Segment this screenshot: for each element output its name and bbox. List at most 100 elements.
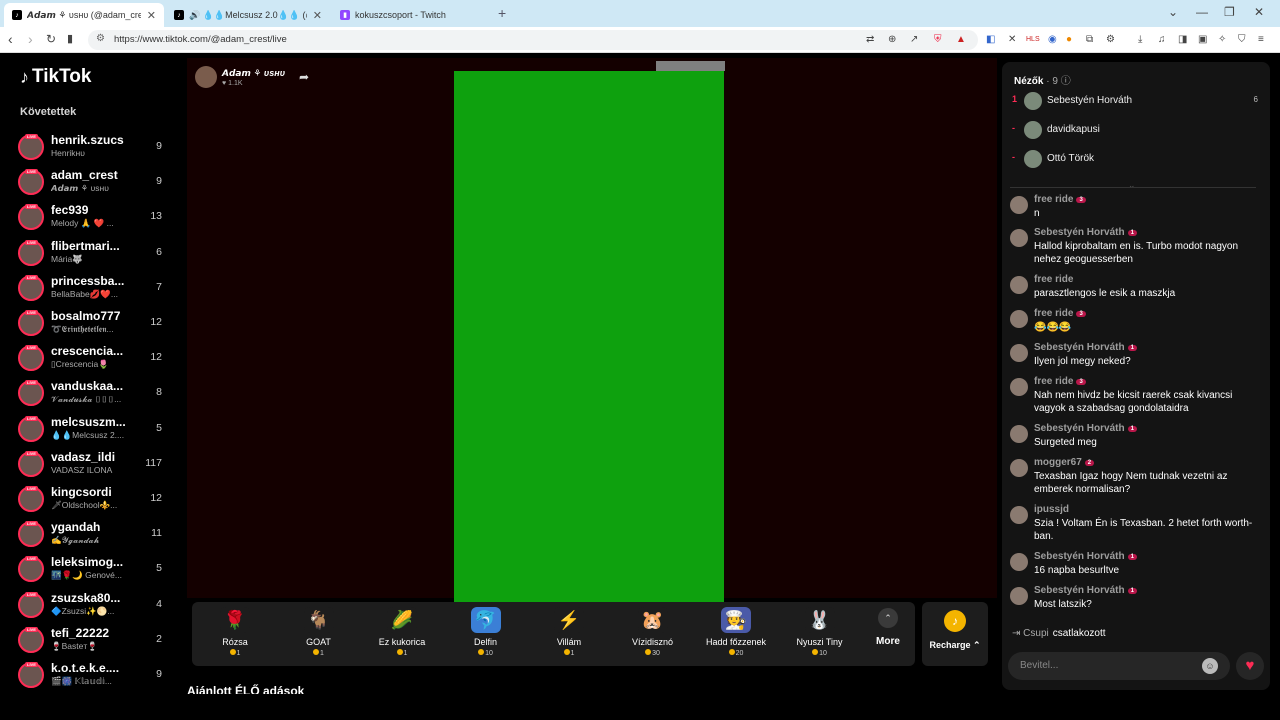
rewards-icon[interactable]: ▲ bbox=[956, 33, 966, 47]
tab-twitch[interactable]: ▮ kokuszcsoport - Twitch bbox=[332, 3, 494, 27]
following-item[interactable]: LIVE bosalmo777 ➰𝕰𝖗𝖎𝖓𝖙𝖍𝖊𝖙𝖊𝖙𝖑𝖊𝖓... 12 bbox=[18, 306, 168, 340]
chat-username[interactable]: free ride 3 bbox=[1034, 376, 1086, 387]
chat-username[interactable]: mogger67 2 bbox=[1034, 457, 1095, 468]
following-item[interactable]: LIVE k.o.t.e.k.e.... 🎬🎆 𝕂𝕝𝕒𝕦𝕕𝕚... 9 bbox=[18, 658, 168, 692]
avatar[interactable] bbox=[1010, 378, 1028, 396]
chat-username[interactable]: free ride 3 bbox=[1034, 308, 1086, 319]
live-stream-player[interactable]: 𝘼𝙙𝙖𝙢 ⚘ ᴜsʜᴜ ♥ 1.1K ➦ bbox=[187, 58, 997, 602]
download-icon[interactable]: ⤓ bbox=[1138, 33, 1142, 47]
share-icon[interactable]: ➦ bbox=[299, 70, 309, 84]
translate-icon[interactable]: ⇄ bbox=[866, 33, 874, 47]
vpn-icon[interactable]: ⛉ bbox=[1238, 33, 1246, 47]
info-icon[interactable]: ⓘ bbox=[1061, 76, 1071, 87]
tab-search-icon[interactable]: ⌄ bbox=[1168, 5, 1178, 19]
following-item[interactable]: LIVE ygandah ✍𝓨𝓰𝓪𝓷𝓭𝓪𝓱 11 bbox=[18, 517, 168, 551]
join-user[interactable]: Csupi bbox=[1023, 628, 1049, 639]
sidebar-icon[interactable]: ◨ bbox=[1178, 33, 1187, 47]
avatar[interactable] bbox=[1010, 425, 1028, 443]
forward-icon[interactable]: › bbox=[28, 31, 33, 47]
menu-icon[interactable]: ≡ bbox=[1258, 33, 1264, 47]
following-item[interactable]: LIVE princessba... BellaBabe💋❤️... 7 bbox=[18, 271, 168, 305]
close-tab-icon[interactable]: ✕ bbox=[147, 9, 156, 22]
gift-item[interactable]: 🐹 Vízidisznó 30 bbox=[613, 607, 693, 663]
gift-item[interactable]: 🐰 Nyuszi Tiny 10 bbox=[780, 607, 860, 663]
zoom-icon[interactable]: ⊕ bbox=[888, 33, 896, 47]
close-window-icon[interactable]: ✕ bbox=[1254, 5, 1264, 19]
following-item[interactable]: LIVE crescencia... ▯Crescencia🌷 12 bbox=[18, 341, 168, 375]
top-viewer-row[interactable]: - davidkapusi bbox=[1012, 119, 1262, 141]
following-item[interactable]: LIVE zsuzska80... 🔷Zsuzsi✨🌕... 4 bbox=[18, 588, 168, 622]
emoji-icon[interactable]: ☺ bbox=[1202, 658, 1218, 674]
following-item[interactable]: LIVE adam_crest 𝘼𝙙𝙖𝙢 ⚘ ᴜsʜᴜ 9 bbox=[18, 165, 168, 199]
back-icon[interactable]: ‹ bbox=[8, 31, 13, 47]
avatar[interactable] bbox=[1010, 459, 1028, 477]
tab-melcsusz[interactable]: ♪ 🔊 💧💧Melcsusz 2.0💧💧 (@melcsu ✕ bbox=[166, 3, 330, 27]
following-item[interactable]: LIVE fec939 Melody 🙏 ❤️ ... 13 bbox=[18, 200, 168, 234]
chat-username[interactable]: free ride 3 bbox=[1034, 194, 1086, 205]
chat-username[interactable]: ipussjd bbox=[1034, 504, 1069, 515]
chat-username[interactable]: Sebestyén Horváth 1 bbox=[1034, 585, 1137, 596]
gift-item[interactable]: 🐬 Delfin 10 bbox=[446, 607, 526, 663]
restore-icon[interactable]: ❐ bbox=[1224, 5, 1235, 19]
chat-username[interactable]: Sebestyén Horváth 1 bbox=[1034, 551, 1137, 562]
top-viewer-row[interactable]: 1 Sebestyén Horváth 6 bbox=[1012, 90, 1262, 112]
site-info-icon[interactable]: ⚙ bbox=[96, 33, 105, 44]
wallet-icon[interactable]: ▣ bbox=[1198, 33, 1207, 47]
tab-adam-crest[interactable]: ♪ 𝘼𝙙𝙖𝙢 ⚘ ᴜsʜᴜ (@adam_crest) É ✕ bbox=[4, 3, 164, 27]
chat-username[interactable]: Sebestyén Horváth 1 bbox=[1034, 423, 1137, 434]
leo-icon[interactable]: ✧ bbox=[1218, 33, 1226, 47]
join-notice: ⇥ Csupi csatlakozott bbox=[1012, 628, 1106, 639]
extension-icon[interactable]: HLS bbox=[1026, 33, 1040, 47]
gift-icon: 🌹 bbox=[220, 607, 250, 633]
avatar[interactable] bbox=[1010, 229, 1028, 247]
recharge-button[interactable]: ♪ Recharge ⌃ bbox=[922, 602, 988, 666]
extension-icon[interactable]: ● bbox=[1066, 33, 1072, 47]
avatar[interactable] bbox=[1010, 344, 1028, 362]
following-item[interactable]: LIVE kingcsordi 🗡Oldschool⚜️... 12 bbox=[18, 482, 168, 516]
chat-username[interactable]: Sebestyén Horváth 1 bbox=[1034, 342, 1137, 353]
following-item[interactable]: LIVE flibertmari... Mária🐺 6 bbox=[18, 236, 168, 270]
reload-icon[interactable]: ↻ bbox=[46, 31, 56, 47]
chat-input[interactable]: Bevitel... ☺ bbox=[1008, 652, 1230, 680]
avatar[interactable] bbox=[1010, 506, 1028, 524]
divider bbox=[1010, 187, 1256, 188]
tiktok-logo[interactable]: ♪ TikTok bbox=[20, 66, 91, 88]
extension-icon[interactable]: ◧ bbox=[986, 33, 995, 47]
extension-icon[interactable]: ✕ bbox=[1008, 33, 1016, 47]
extension-icon[interactable]: ⚙ bbox=[1106, 33, 1115, 47]
close-tab-icon[interactable]: ✕ bbox=[313, 9, 322, 22]
gift-item[interactable]: 🌽 Ez kukorica 1 bbox=[362, 607, 442, 663]
following-item[interactable]: LIVE vanduskaa... 𝓥𝓪𝓷𝓭𝓾𝓼𝓴𝓪 ▯▯▯... 8 bbox=[18, 376, 168, 410]
extensions-icon[interactable]: ⧉ bbox=[1086, 33, 1093, 47]
following-item[interactable]: LIVE melcsuszm... 💧💧Melcsusz 2.... 5 bbox=[18, 412, 168, 446]
top-viewer-row[interactable]: - Ottó Török bbox=[1012, 148, 1262, 170]
chat-username[interactable]: free ride bbox=[1034, 274, 1073, 285]
following-item[interactable]: LIVE tefi_22222 🍷Basteт🍷 2 bbox=[18, 623, 168, 657]
following-item[interactable]: LIVE henrik.szucs Henrikʜᴜ 9 bbox=[18, 130, 168, 164]
like-heart-button[interactable]: ♥ bbox=[1236, 652, 1264, 680]
host-name[interactable]: 𝘼𝙙𝙖𝙢 ⚘ ᴜsʜᴜ bbox=[222, 68, 285, 79]
avatar[interactable] bbox=[1010, 276, 1028, 294]
extension-icon[interactable]: ◉ bbox=[1048, 33, 1057, 47]
gift-item[interactable]: 🐐 GOAT 1 bbox=[279, 607, 359, 663]
address-bar[interactable]: ⚙ https://www.tiktok.com/@adam_crest/liv… bbox=[88, 30, 978, 50]
stream-video[interactable] bbox=[454, 71, 724, 602]
media-icon[interactable]: ♫ bbox=[1158, 33, 1166, 47]
following-item[interactable]: LIVE leleksimog... 🌃🌹🌙 Genové... 5 bbox=[18, 552, 168, 586]
avatar[interactable] bbox=[1010, 310, 1028, 328]
chat-username[interactable]: Sebestyén Horváth 1 bbox=[1034, 227, 1137, 238]
share-page-icon[interactable]: ↗ bbox=[910, 33, 918, 47]
avatar[interactable] bbox=[1010, 196, 1028, 214]
shield-icon[interactable]: ⛨ bbox=[934, 33, 942, 47]
gift-item[interactable]: ⚡ Villám 1 bbox=[529, 607, 609, 663]
minimize-icon[interactable]: — bbox=[1196, 5, 1208, 19]
new-tab-button[interactable]: + bbox=[498, 5, 506, 21]
gift-item[interactable]: 🧑‍🍳 Hadd főzzenek 20 bbox=[696, 607, 776, 663]
bookmark-icon[interactable]: ▮ bbox=[67, 31, 73, 47]
avatar[interactable] bbox=[1010, 587, 1028, 605]
gift-item[interactable]: 🌹 Rózsa 1 bbox=[195, 607, 275, 663]
more-gifts-button[interactable]: ⌃ More bbox=[870, 608, 906, 660]
avatar[interactable] bbox=[1010, 553, 1028, 571]
following-item[interactable]: LIVE vadasz_ildi VADASZ ILONA 117 bbox=[18, 447, 168, 481]
host-avatar[interactable] bbox=[195, 66, 217, 88]
